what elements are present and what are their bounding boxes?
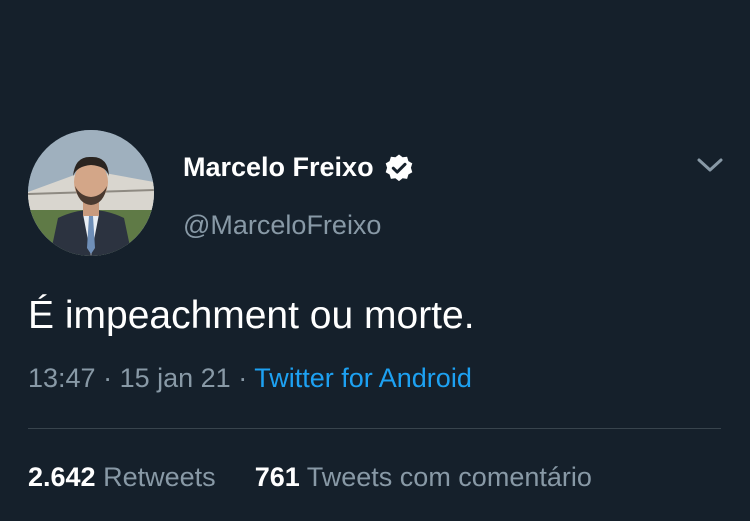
retweets-count: 2.642 xyxy=(28,462,96,492)
chevron-down-icon[interactable] xyxy=(693,150,727,180)
quote-tweets-count: 761 xyxy=(254,462,300,492)
quote-tweets-label: Tweets com comentário xyxy=(306,462,592,492)
retweets-stat[interactable]: 2.642 Retweets xyxy=(28,462,223,492)
verified-badge-icon xyxy=(384,153,414,183)
avatar-photo xyxy=(28,130,154,256)
meta-separator: · xyxy=(238,363,255,393)
tweet-stats: 2.642 Retweets 761 Tweets com comentário xyxy=(28,462,592,493)
user-handle[interactable]: @MarceloFreixo xyxy=(183,210,381,241)
avatar[interactable] xyxy=(28,130,154,256)
tweet-time[interactable]: 13:47 xyxy=(28,363,96,393)
tweet-text: É impeachment ou morte. xyxy=(28,294,475,337)
tweet-card: Marcelo Freixo @MarceloFreixo É impeachm… xyxy=(0,0,750,521)
tweet-source-link[interactable]: Twitter for Android xyxy=(254,363,472,393)
quote-tweets-stat[interactable]: 761 Tweets com comentário xyxy=(255,462,592,492)
display-name[interactable]: Marcelo Freixo xyxy=(183,152,414,183)
divider xyxy=(28,428,721,429)
meta-separator: · xyxy=(103,363,120,393)
retweets-label: Retweets xyxy=(103,462,216,492)
tweet-meta: 13:47 · 15 jan 21 · Twitter for Android xyxy=(28,363,472,394)
tweet-date[interactable]: 15 jan 21 xyxy=(120,363,231,393)
display-name-text: Marcelo Freixo xyxy=(183,152,374,182)
